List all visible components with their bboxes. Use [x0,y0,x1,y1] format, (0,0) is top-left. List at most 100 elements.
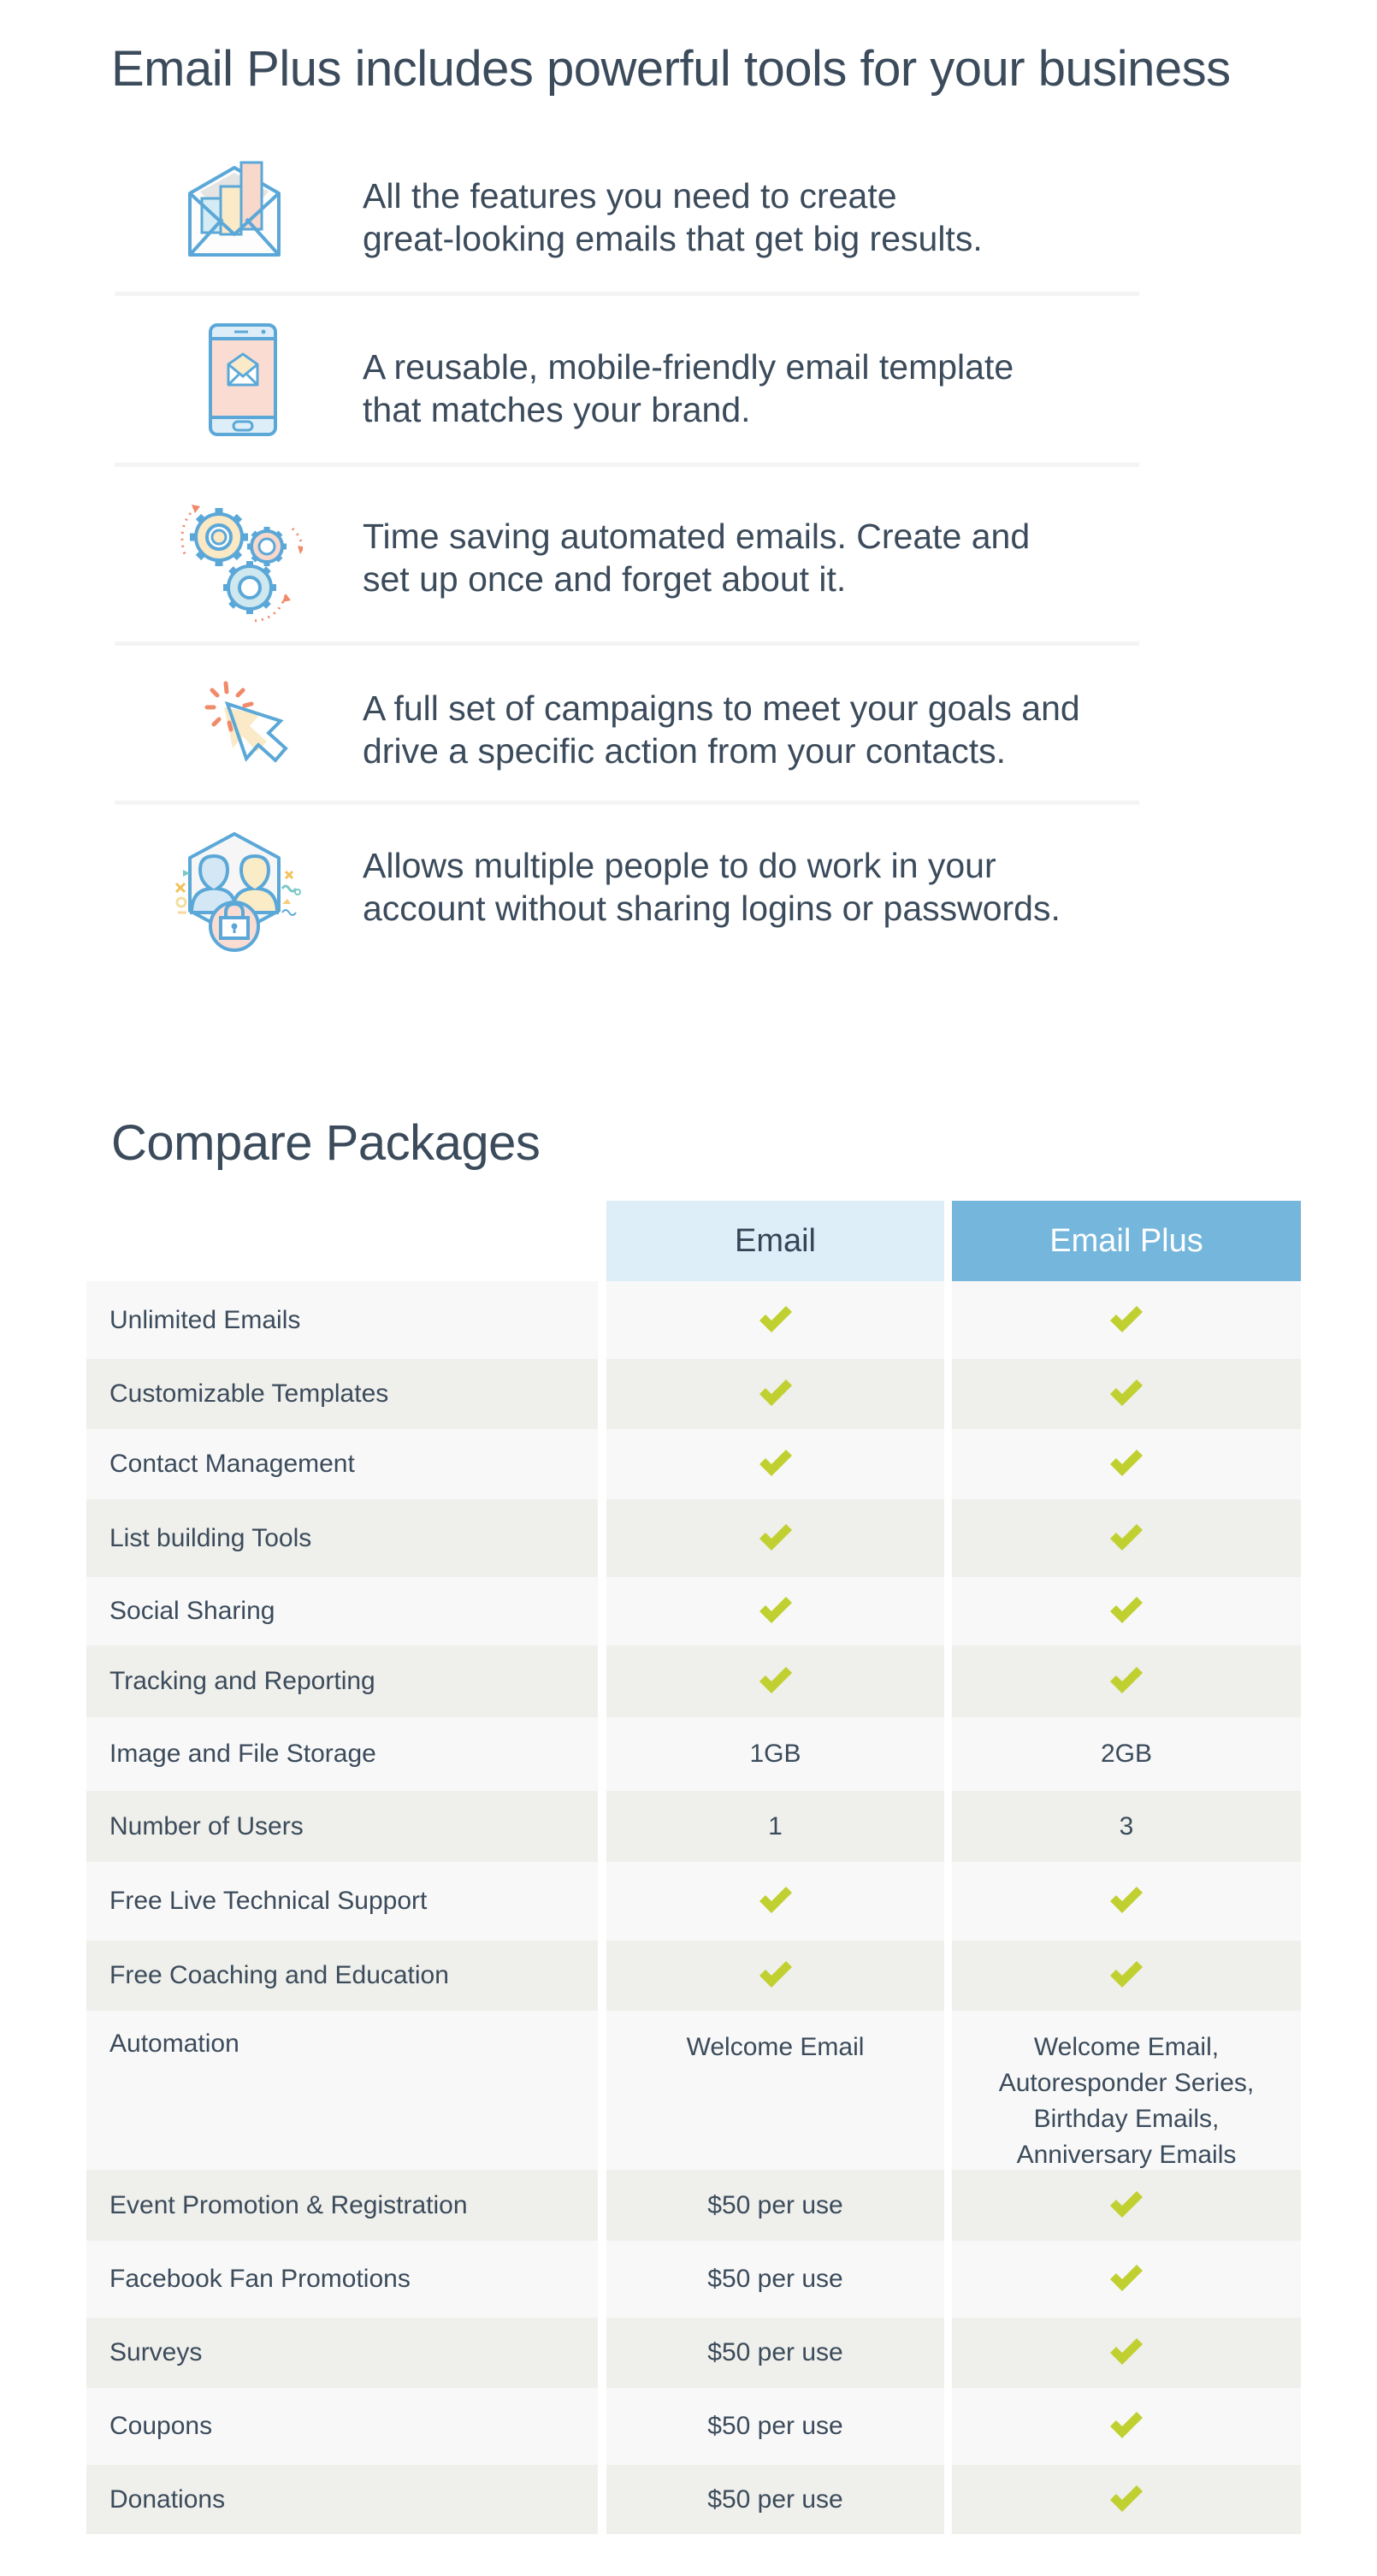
cell-email-plus [952,1499,1301,1577]
feature-label: Automation [86,2011,598,2170]
check-icon [758,1596,794,1627]
feature-label: Unlimited Emails [86,1281,598,1359]
check-icon [1108,1379,1144,1409]
check-icon [758,1523,794,1554]
cell-email-plus [952,2241,1301,2318]
feature-label: Contact Management [86,1429,598,1499]
column-header-email-plus: Email Plus [952,1201,1301,1281]
cell-text-line: Autoresponder Series, [998,2069,1255,2097]
feature-label: Tracking and Reporting [86,1645,598,1717]
feature-item: All the features you need to create grea… [115,128,1139,293]
feature-text: Time saving automated emails. Create and… [363,517,1031,599]
feature-label: Social Sharing [86,1577,598,1645]
check-icon [1108,2264,1144,2295]
check-icon [1108,1305,1144,1336]
check-icon [1108,1523,1144,1554]
cell-email: Welcome Email [606,2011,944,2170]
table-row: Social Sharing [86,1577,1301,1645]
feature-label: Coupons [86,2388,598,2465]
table-row: Image and File Storage 1GB 2GB [86,1717,1301,1791]
cell-email: 1 [606,1791,944,1862]
table-row: Donations $50 per use [86,2465,1301,2534]
feature-text: A reusable, mobile-friendly email templa… [363,347,1014,429]
check-icon [1108,1596,1144,1627]
cell-email: $50 per use [606,2465,944,2534]
feature-label: Number of Users [86,1791,598,1862]
table-row: Surveys $50 per use [86,2318,1301,2388]
compare-packages-title: Compare Packages [111,1115,541,1171]
cell-email-plus [952,2318,1301,2388]
cell-email-plus [952,1941,1301,2011]
cell-email-plus [952,1862,1301,1941]
cell-email: $50 per use [606,2318,944,2388]
feature-label: Customizable Templates [86,1359,598,1429]
table-row: Free Live Technical Support [86,1862,1301,1941]
cell-email [606,1645,944,1717]
cell-email: $50 per use [606,2388,944,2465]
feature-label: Image and File Storage [86,1717,598,1791]
mobile-email-icon [174,322,294,441]
cell-email-plus [952,1645,1301,1717]
feature-label: Facebook Fan Promotions [86,2241,598,2318]
feature-text: A full set of campaigns to meet your goa… [363,688,1080,771]
feature-label: Donations [86,2465,598,2534]
email-chart-icon [174,152,294,272]
table-row: Event Promotion & Registration $50 per us… [86,2170,1301,2241]
cell-email-plus: 2GB [952,1717,1301,1791]
check-icon [1108,2190,1144,2221]
feature-label: Free Live Technical Support [86,1862,598,1941]
cell-text-line: Welcome Email, [1033,2033,1220,2061]
cell-email-plus [952,2388,1301,2465]
table-row: Free Coaching and Education [86,1941,1301,2011]
check-icon [1108,1960,1144,1991]
check-icon [758,1960,794,1991]
cell-email-plus [952,1359,1301,1429]
check-icon [758,1666,794,1697]
table-row: Facebook Fan Promotions $50 per use [86,2241,1301,2318]
table-row: List building Tools [86,1499,1301,1577]
cell-email-plus [952,2170,1301,2241]
check-icon [758,1449,794,1480]
features-title: Email Plus includes powerful tools for y… [111,41,1231,97]
feature-item: A full set of campaigns to meet your goa… [115,646,1139,802]
feature-text: Allows multiple people to do work in you… [363,846,1061,928]
cursor-click-icon [174,663,294,783]
feature-text: All the features you need to create grea… [363,176,983,258]
check-icon [1108,1886,1144,1917]
cell-email: $50 per use [606,2241,944,2318]
table-row: Contact Management [86,1429,1301,1499]
cell-email [606,1941,944,2011]
cell-email [606,1577,944,1645]
check-icon [1108,1449,1144,1480]
cell-email-plus: 3 [952,1791,1301,1862]
cell-email [606,1499,944,1577]
gears-icon [166,493,303,629]
users-lock-icon [166,827,303,964]
check-icon [1108,2411,1144,2442]
feature-item: Time saving automated emails. Create and… [115,467,1139,643]
feature-item: Allows multiple people to do work in you… [115,805,1139,967]
check-icon [758,1886,794,1917]
cell-email-plus: Welcome Email, Autoresponder Series, Birth… [952,2011,1301,2170]
feature-label: Surveys [86,2318,598,2388]
feature-label: List building Tools [86,1499,598,1577]
cell-email-plus [952,2465,1301,2534]
table-row: Tracking and Reporting [86,1645,1301,1717]
check-icon [1108,2337,1144,2368]
table-row: Automation Welcome Email Welcome Email, Aut… [86,2011,1301,2170]
cell-email-plus [952,1429,1301,1499]
cell-email: 1GB [606,1717,944,1791]
table-row: Coupons $50 per use [86,2388,1301,2465]
cell-email [606,1281,944,1359]
feature-item: A reusable, mobile-friendly email templa… [115,296,1139,464]
cell-email: $50 per use [606,2170,944,2241]
cell-email [606,1862,944,1941]
column-header-email: Email [606,1201,944,1281]
cell-email-plus [952,1577,1301,1645]
cell-text-line: Anniversary Emails [1016,2141,1237,2169]
feature-label: Free Coaching and Education [86,1941,598,2011]
table-row: Unlimited Emails [86,1281,1301,1359]
check-icon [758,1305,794,1336]
table-row: Customizable Templates [86,1359,1301,1429]
feature-label: Event Promotion & Registration [86,2170,598,2241]
